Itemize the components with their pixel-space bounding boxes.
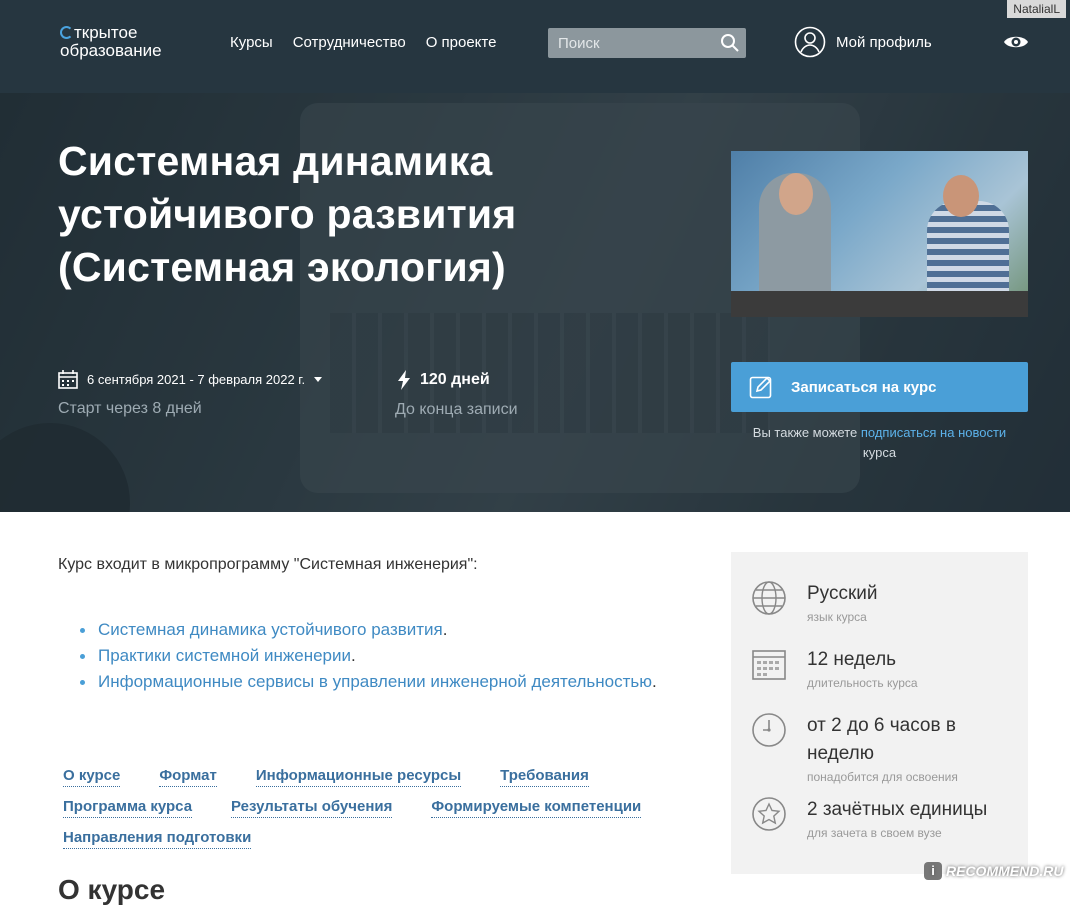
clock-icon: [752, 713, 786, 747]
fact-credits: 2 зачётных единицы для зачета в своем вуз…: [751, 796, 987, 840]
logo-ring-icon: [60, 26, 73, 39]
calendar-grid-icon: [752, 650, 786, 680]
course-video-thumbnail[interactable]: [731, 151, 1028, 317]
microprogram-list: Системная динамика устойчивого развития.…: [80, 617, 657, 695]
calendar-icon: [58, 370, 78, 389]
anchor-resources[interactable]: Информационные ресурсы: [255, 766, 462, 787]
fact-duration: 12 недель длительность курса: [751, 646, 918, 690]
anchor-format[interactable]: Формат: [159, 766, 217, 787]
enroll-button-label: Записаться на курс: [791, 378, 937, 396]
main-nav: Курсы Сотрудничество О проекте: [230, 34, 496, 51]
section-anchor-nav: О курсе Формат Информационные ресурсы Тр…: [63, 766, 683, 849]
anchor-requirements[interactable]: Требования: [500, 766, 589, 787]
watermark-logo-icon: i: [924, 862, 942, 880]
microprogram-intro: Курс входит в микропрограмму "Системная …: [58, 556, 478, 573]
subscribe-news-link[interactable]: подписаться на новости: [861, 425, 1006, 440]
profile-link[interactable]: Мой профиль: [794, 26, 932, 58]
section-title-about: О курсе: [58, 874, 166, 905]
list-item: Информационные сервисы в управлении инже…: [80, 669, 657, 695]
course-dates-value[interactable]: 6 сентября 2021 - 7 февраля 2022 г.: [87, 372, 305, 387]
list-item: Системная динамика устойчивого развития.: [80, 617, 657, 643]
user-badge: NatalialL: [1007, 0, 1066, 18]
profile-label: Мой профиль: [836, 33, 932, 51]
top-header: ткрытое образование Курсы Сотрудничество…: [0, 0, 1070, 93]
course-dates: 6 сентября 2021 - 7 февраля 2022 г. Стар…: [58, 370, 323, 418]
enroll-deadline-label: До конца записи: [395, 401, 518, 418]
search-icon[interactable]: [720, 33, 740, 53]
fact-language: Русский язык курса: [751, 580, 878, 624]
eye-icon[interactable]: [1003, 32, 1029, 52]
subscribe-note: Вы также можете подписаться на новости к…: [752, 425, 1007, 460]
list-item: Практики системной инженерии.: [80, 643, 657, 669]
enroll-button[interactable]: Записаться на курс: [731, 362, 1028, 412]
pencil-edit-icon: [749, 376, 772, 399]
nav-cooperation[interactable]: Сотрудничество: [293, 34, 406, 51]
enroll-days-value: 120 дней: [420, 371, 490, 388]
watermark: i RECOMMEND.RU: [924, 862, 1063, 880]
fact-workload: от 2 до 6 часов в неделю понадобится для …: [751, 712, 1011, 784]
search-box: [548, 28, 746, 58]
anchor-directions[interactable]: Направления подготовки: [63, 828, 252, 849]
anchor-about[interactable]: О курсе: [63, 766, 121, 787]
globe-icon: [752, 581, 786, 615]
anchor-competencies[interactable]: Формируемые компетенции: [431, 797, 642, 818]
anchor-program[interactable]: Программа курса: [63, 797, 193, 818]
microprogram-link[interactable]: Практики системной инженерии: [98, 646, 351, 665]
caret-down-icon[interactable]: [314, 377, 323, 382]
enrollment-deadline: 120 дней До конца записи: [395, 370, 518, 419]
anchor-results[interactable]: Результаты обучения: [231, 797, 393, 818]
search-input[interactable]: [548, 28, 708, 58]
microprogram-link[interactable]: Информационные сервисы в управлении инже…: [98, 672, 652, 691]
nav-courses[interactable]: Курсы: [230, 34, 273, 51]
microprogram-link[interactable]: Системная динамика устойчивого развития: [98, 620, 443, 639]
course-facts-card: Русский язык курса 12 недель длительность …: [731, 552, 1028, 874]
lightning-icon: [398, 370, 410, 390]
star-badge-icon: [752, 797, 786, 831]
start-countdown: Старт через 8 дней: [58, 400, 202, 417]
logo[interactable]: ткрытое образование: [60, 24, 162, 60]
nav-about[interactable]: О проекте: [426, 34, 497, 51]
course-title: Системная динамика устойчивого развития …: [58, 138, 517, 290]
user-avatar-icon: [794, 26, 826, 58]
